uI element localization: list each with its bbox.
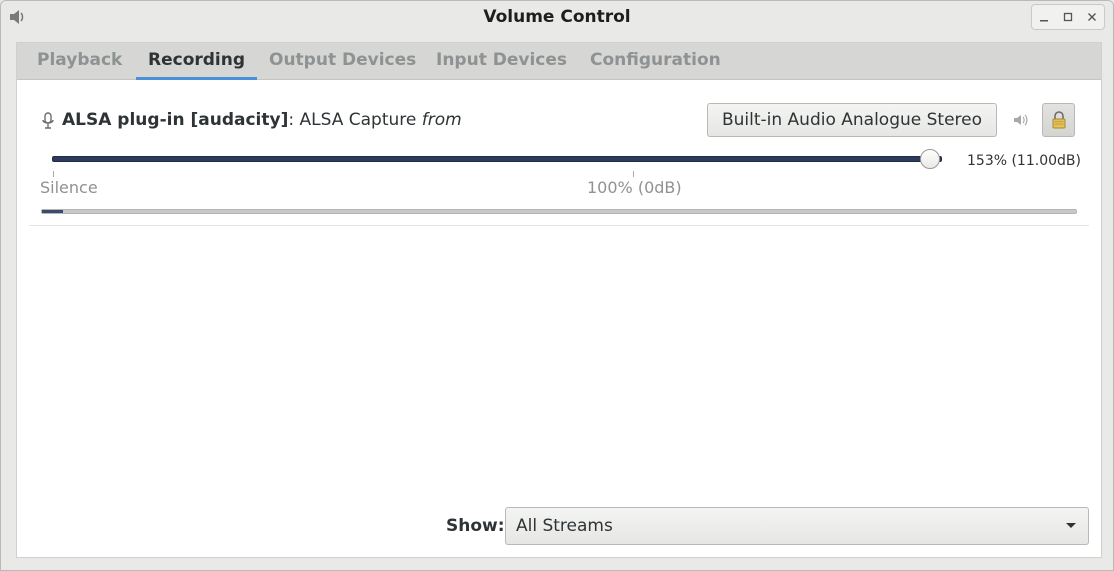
show-label: Show: bbox=[446, 516, 505, 536]
tab-output-devices[interactable]: Output Devices bbox=[257, 43, 428, 79]
tick-label-100-percent: 100% (0dB) bbox=[587, 178, 682, 197]
show-streams-value: All Streams bbox=[516, 516, 613, 536]
microphone-icon bbox=[42, 112, 54, 129]
tab-input-devices[interactable]: Input Devices bbox=[424, 43, 579, 79]
title-bar[interactable]: Volume Control bbox=[1, 1, 1113, 33]
tick-silence bbox=[53, 171, 54, 177]
stream-from: from bbox=[421, 110, 462, 130]
volume-slider[interactable] bbox=[52, 149, 942, 169]
chevron-down-icon bbox=[1066, 523, 1076, 528]
tab-bar: Playback Recording Output Devices Input … bbox=[17, 43, 1101, 80]
close-icon bbox=[1088, 13, 1096, 21]
tick-label-silence: Silence bbox=[40, 178, 98, 197]
show-streams-dropdown[interactable]: All Streams bbox=[505, 507, 1089, 545]
volume-readout: 153% (11.00dB) bbox=[967, 153, 1081, 169]
tick-100-percent bbox=[633, 171, 634, 177]
recording-stream-row: ALSA plug-in [audacity]: ALSA Capture fr… bbox=[17, 79, 1101, 227]
tab-playback[interactable]: Playback bbox=[25, 43, 134, 79]
minimize-icon bbox=[1040, 20, 1048, 22]
minimize-button[interactable] bbox=[1037, 10, 1051, 24]
stream-description: ALSA Capture bbox=[299, 110, 422, 130]
volume-control-window: Volume Control Playback Recording Output… bbox=[0, 0, 1114, 571]
mute-speaker-icon[interactable] bbox=[1013, 113, 1029, 127]
window-controls bbox=[1031, 4, 1105, 30]
stream-separator-line bbox=[29, 225, 1089, 226]
lock-channels-button[interactable] bbox=[1042, 103, 1075, 137]
lock-icon bbox=[1052, 111, 1065, 129]
maximize-button[interactable] bbox=[1061, 10, 1075, 24]
tab-configuration[interactable]: Configuration bbox=[578, 43, 733, 79]
source-device-button[interactable]: Built-in Audio Analogue Stereo bbox=[707, 103, 997, 137]
peak-level-fill bbox=[42, 210, 63, 213]
close-button[interactable] bbox=[1085, 10, 1099, 24]
volume-slider-knob[interactable] bbox=[920, 149, 940, 169]
maximize-icon bbox=[1063, 12, 1073, 22]
stream-name: ALSA plug-in [audacity] bbox=[62, 110, 289, 130]
stream-separator: : bbox=[288, 110, 300, 130]
volume-slider-trough bbox=[52, 156, 942, 162]
peak-level-bar bbox=[41, 209, 1077, 214]
main-panel: Playback Recording Output Devices Input … bbox=[16, 42, 1102, 558]
tab-recording[interactable]: Recording bbox=[136, 43, 258, 80]
window-title: Volume Control bbox=[483, 7, 631, 27]
stream-title: ALSA plug-in [audacity]: ALSA Capture fr… bbox=[62, 110, 462, 130]
